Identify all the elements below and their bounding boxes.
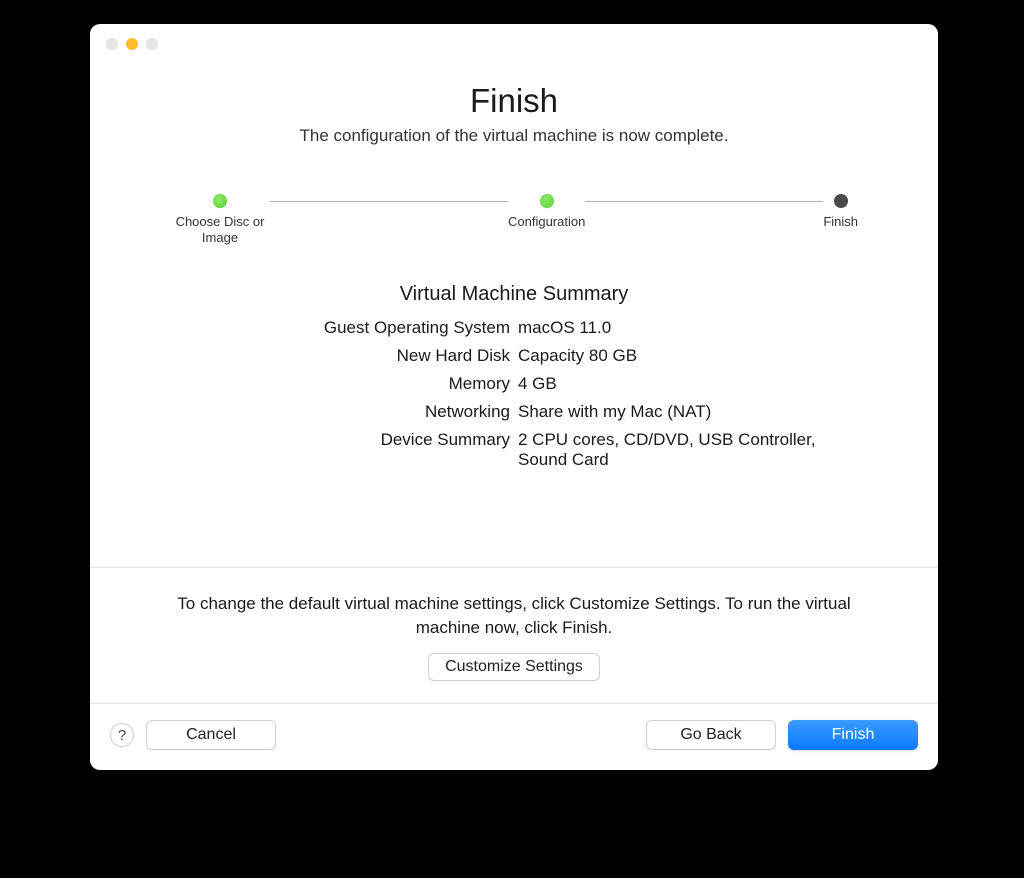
help-icon: ? [118, 727, 126, 744]
summary-row-label: New Hard Disk [204, 346, 510, 366]
customize-settings-button[interactable]: Customize Settings [428, 653, 600, 681]
step-choose-disc: Choose Disc or Image [170, 194, 270, 247]
progress-stepper: Choose Disc or Image Configuration Finis… [90, 194, 938, 247]
help-button[interactable]: ? [110, 723, 134, 747]
page-title: Finish [130, 82, 898, 120]
summary-row-value: 4 GB [518, 374, 824, 394]
summary-row-value: 2 CPU cores, CD/DVD, USB Controller, Sou… [518, 430, 824, 470]
window-controls [90, 24, 938, 54]
step-label: Choose Disc or Image [170, 214, 270, 247]
summary-row-label: Memory [204, 374, 510, 394]
go-back-button[interactable]: Go Back [646, 720, 776, 750]
window-zoom-icon[interactable] [146, 38, 158, 50]
step-dot-icon [834, 194, 848, 208]
step-label: Finish [823, 214, 858, 230]
step-connector [585, 201, 823, 202]
summary-table: Guest Operating System macOS 11.0 New Ha… [204, 318, 824, 470]
summary-row-value: macOS 11.0 [518, 318, 824, 338]
vm-wizard-window: Finish The configuration of the virtual … [90, 24, 938, 770]
step-dot-icon [213, 194, 227, 208]
summary-row-label: Guest Operating System [204, 318, 510, 338]
step-dot-icon [540, 194, 554, 208]
wizard-header: Finish The configuration of the virtual … [90, 54, 938, 146]
summary-row-label: Networking [204, 402, 510, 422]
summary-row-value: Capacity 80 GB [518, 346, 824, 366]
cancel-button[interactable]: Cancel [146, 720, 276, 750]
step-configuration: Configuration [508, 194, 585, 230]
finish-button[interactable]: Finish [788, 720, 918, 750]
customize-instruction: To change the default virtual machine se… [150, 592, 878, 641]
step-label: Configuration [508, 214, 585, 230]
summary-heading: Virtual Machine Summary [130, 283, 898, 306]
wizard-footer: ? Cancel Go Back Finish [90, 703, 938, 770]
window-close-icon[interactable] [106, 38, 118, 50]
window-minimize-icon[interactable] [126, 38, 138, 50]
summary-content: Virtual Machine Summary Guest Operating … [90, 247, 938, 567]
step-finish: Finish [823, 194, 858, 230]
summary-row-label: Device Summary [204, 430, 510, 470]
step-connector [270, 201, 508, 202]
summary-row-value: Share with my Mac (NAT) [518, 402, 824, 422]
customize-section: To change the default virtual machine se… [90, 567, 938, 703]
page-subtitle: The configuration of the virtual machine… [130, 126, 898, 146]
